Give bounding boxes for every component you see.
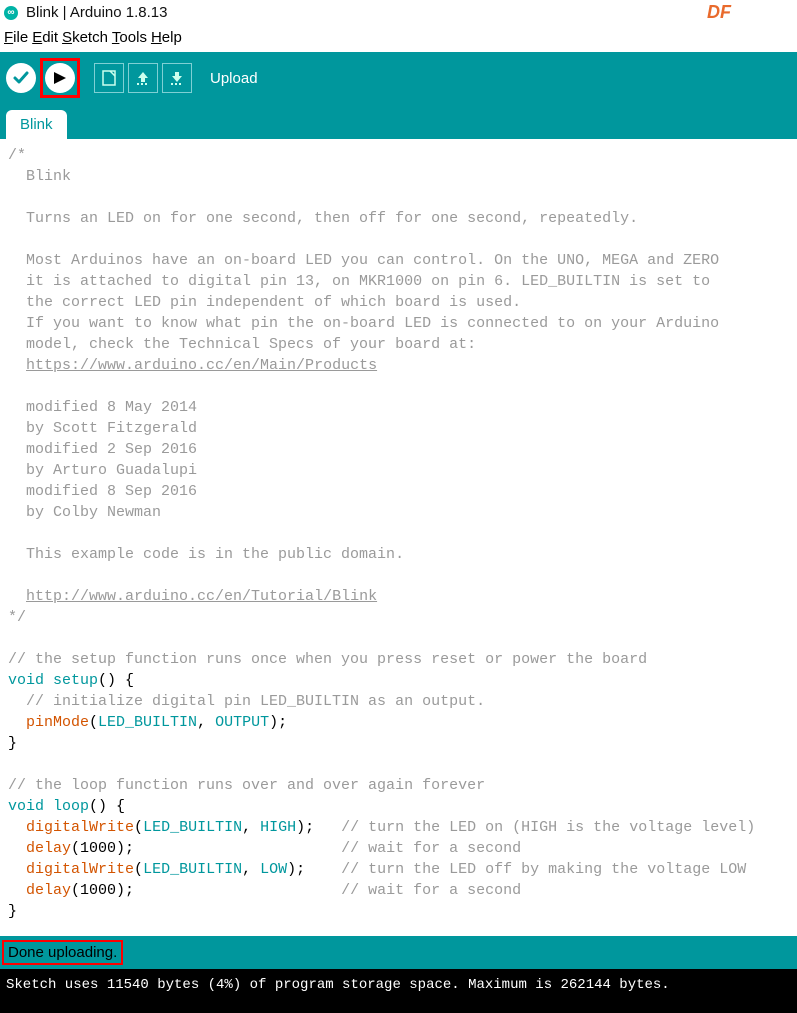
menubar: File Edit Sketch Tools Help [0,27,797,52]
upload-highlight [40,58,80,98]
titlebar: ∞ Blink | Arduino 1.8.13 DF [0,0,797,27]
menu-sketch[interactable]: Sketch [62,29,108,46]
new-button[interactable] [94,63,124,93]
arrow-down-icon [168,69,186,87]
status-bar: Done uploading. [0,936,797,969]
arduino-logo-icon: ∞ [4,6,18,20]
df-watermark: DF [707,2,731,23]
open-button[interactable] [128,63,158,93]
arrow-right-icon [51,69,69,87]
save-button[interactable] [162,63,192,93]
upload-button[interactable] [45,63,75,93]
arrow-up-icon [134,69,152,87]
toolbar-action-label: Upload [210,70,258,87]
menu-help[interactable]: Help [151,29,182,46]
code-editor[interactable]: /* Blink Turns an LED on for one second,… [0,139,797,936]
menu-file[interactable]: File [4,29,28,46]
status-highlight: Done uploading. [2,940,123,965]
console-line: Sketch uses 11540 bytes (4%) of program … [6,977,791,993]
menu-edit[interactable]: Edit [32,29,58,46]
check-icon [12,69,30,87]
toolbar: Upload [0,52,797,104]
status-text: Done uploading. [8,944,117,961]
tab-strip: Blink [0,104,797,139]
menu-tools[interactable]: Tools [112,29,147,46]
verify-button[interactable] [6,63,36,93]
file-icon [100,69,118,87]
console: Sketch uses 11540 bytes (4%) of program … [0,969,797,1013]
products-link[interactable]: https://www.arduino.cc/en/Main/Products [26,357,377,374]
window-title: Blink | Arduino 1.8.13 [26,4,168,21]
tab-blink[interactable]: Blink [6,110,67,139]
tutorial-link[interactable]: http://www.arduino.cc/en/Tutorial/Blink [26,588,377,605]
